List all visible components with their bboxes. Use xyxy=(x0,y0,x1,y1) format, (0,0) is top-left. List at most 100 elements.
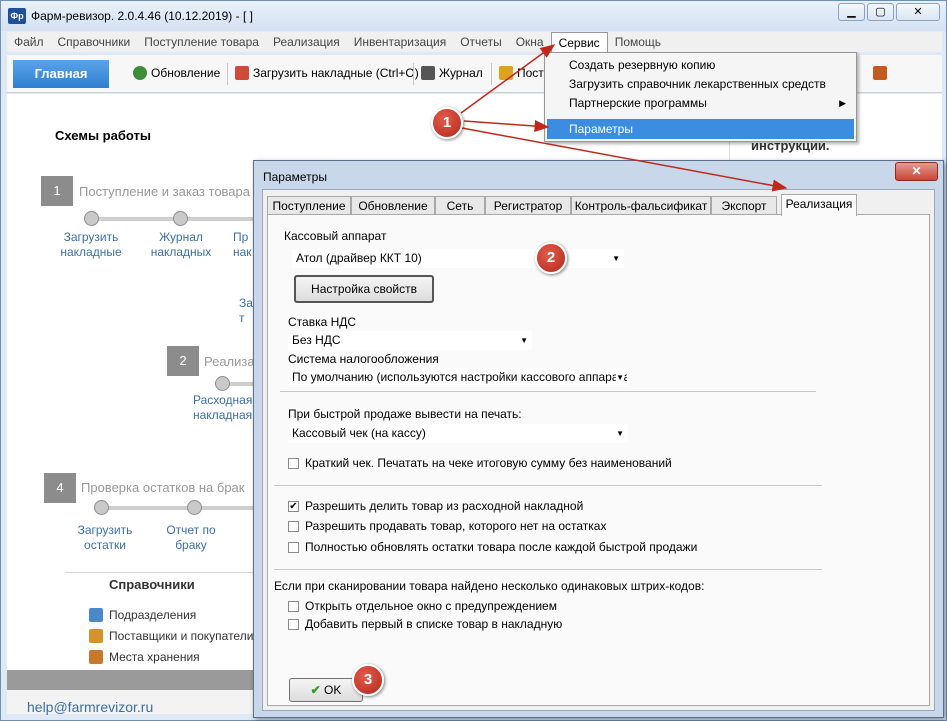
load-invoices-label: Загрузить накладные (Ctrl+O) xyxy=(253,66,419,80)
allow-sell-missing-label: Разрешить продавать товар, которого нет … xyxy=(305,519,607,533)
tab-update[interactable]: Обновление xyxy=(351,196,435,215)
load-invoice-icon xyxy=(235,66,249,80)
menu-help[interactable]: Помощь xyxy=(608,32,668,52)
update-button[interactable]: Обновление xyxy=(133,66,220,80)
print-value: Кассовый чек (на кассу) xyxy=(292,426,426,440)
tax-system-label: Система налогообложения xyxy=(288,352,439,366)
load-invoices-link[interactable]: Загрузить накладные xyxy=(51,230,131,260)
menu-bar: Файл Справочники Поступление товара Реал… xyxy=(7,31,942,53)
load-stock-link[interactable]: Загрузить остатки xyxy=(65,523,145,553)
receipt-icon xyxy=(499,66,513,80)
menu-item-load-drug-reference[interactable]: Загрузить справочник лекарственных средс… xyxy=(547,74,854,94)
step-badge-2: 2 xyxy=(535,242,567,274)
cash-register-value: Атол (драйвер ККТ 10) xyxy=(296,251,422,265)
step-2-label: Реализа xyxy=(204,354,255,369)
tools-icon xyxy=(873,66,887,80)
minimize-button[interactable]: ▁ xyxy=(838,3,865,21)
menu-goods-receipt[interactable]: Поступление товара xyxy=(137,32,266,52)
sales-tab-panel: Кассовый аппарат Атол (драйвер ККТ 10) ▼… xyxy=(267,214,930,706)
window-title: Фарм-ревизор. 2.0.4.46 (10.12.2019) - [ … xyxy=(31,9,253,23)
globe-icon xyxy=(133,66,147,80)
configure-properties-button[interactable]: Настройка свойств xyxy=(294,275,434,303)
menu-item-create-backup[interactable]: Создать резервную копию xyxy=(547,55,854,75)
update-label: Обновление xyxy=(151,66,221,80)
allow-sell-missing-checkbox[interactable]: Разрешить продавать товар, которого нет … xyxy=(288,519,606,533)
barcode-label: Если при сканировании товара найдено нес… xyxy=(274,579,705,593)
vat-select[interactable]: Без НДС ▼ xyxy=(288,331,532,350)
chevron-down-icon: ▼ xyxy=(616,369,624,386)
maximize-button[interactable]: ▢ xyxy=(867,3,894,21)
box-icon xyxy=(89,650,103,664)
menu-service[interactable]: Сервис xyxy=(550,31,608,53)
service-menu-dropdown: Создать резервную копию Загрузить справо… xyxy=(544,52,857,142)
step-4-badge: 4 xyxy=(44,473,76,503)
open-window-checkbox[interactable]: Открыть отдельное окно с предупреждением xyxy=(288,599,557,613)
step-dot xyxy=(173,211,188,226)
ref-storage-label: Места хранения xyxy=(109,650,200,664)
short-receipt-label: Краткий чек. Печатать на чеке итоговую с… xyxy=(305,456,672,470)
menu-item-parameters[interactable]: Параметры xyxy=(547,119,854,139)
journal-label: Журнал xyxy=(439,66,483,80)
tax-system-select[interactable]: По умолчанию (используются настройки кас… xyxy=(288,368,628,387)
journal-icon xyxy=(421,66,435,80)
load-invoices-button[interactable]: Загрузить накладные (Ctrl+O) xyxy=(235,66,419,80)
dialog-title: Параметры xyxy=(263,170,327,184)
departments-icon xyxy=(89,608,103,622)
tab-network[interactable]: Сеть xyxy=(435,196,485,215)
menu-sales[interactable]: Реализация xyxy=(266,32,347,52)
short-receipt-checkbox[interactable]: Краткий чек. Печатать на чеке итоговую с… xyxy=(288,456,672,470)
ref-suppliers[interactable]: Поставщики и покупатели xyxy=(89,629,253,643)
open-window-label: Открыть отдельное окно с предупреждением xyxy=(305,599,557,613)
step-4-label: Проверка остатков на брак xyxy=(81,480,245,495)
menu-inventory[interactable]: Инвентаризация xyxy=(347,32,453,52)
checkbox-box xyxy=(288,520,299,532)
help-email-link[interactable]: help@farmrevizor.ru xyxy=(27,699,153,715)
full-update-checkbox[interactable]: Полностью обновлять остатки товара после… xyxy=(288,540,697,554)
dialog-close-button[interactable]: ✕ xyxy=(895,162,938,181)
cash-register-select[interactable]: Атол (драйвер ККТ 10) ▼ xyxy=(292,249,624,268)
tab-strip: Поступление Обновление Сеть Регистратор … xyxy=(263,194,934,216)
title-bar: Фр Фарм-ревизор. 2.0.4.46 (10.12.2019) -… xyxy=(1,1,946,31)
tab-sales[interactable]: Реализация xyxy=(781,194,857,216)
ref-suppliers-label: Поставщики и покупатели xyxy=(109,629,254,643)
chevron-down-icon: ▼ xyxy=(616,429,624,438)
menu-references[interactable]: Справочники xyxy=(51,32,138,52)
truck-icon xyxy=(89,629,103,643)
checkbox-box xyxy=(288,457,299,469)
vat-value: Без НДС xyxy=(292,333,341,347)
tax-system-value: По умолчанию (используются настройки кас… xyxy=(292,370,628,384)
step-2-badge: 2 xyxy=(167,346,199,376)
ref-departments[interactable]: Подразделения xyxy=(89,608,196,622)
print-select[interactable]: Кассовый чек (на кассу) ▼ xyxy=(288,424,628,443)
tab-export[interactable]: Экспорт xyxy=(711,196,777,215)
step-1-badge: 1 xyxy=(41,176,73,206)
close-button[interactable]: ✕ xyxy=(896,3,940,21)
journal-button[interactable]: Журнал xyxy=(421,66,483,80)
add-first-checkbox[interactable]: Добавить первый в списке товар в накладн… xyxy=(288,617,562,631)
tab-registrar[interactable]: Регистратор xyxy=(485,196,571,215)
checkmark-icon: ✔ xyxy=(288,500,299,512)
menu-item-partner-programs[interactable]: Партнерские программы ▶ xyxy=(547,93,854,113)
step-badge-1: 1 xyxy=(431,107,463,139)
menu-reports[interactable]: Отчеты xyxy=(453,32,508,52)
defect-report-link[interactable]: Отчет по браку xyxy=(151,523,231,553)
menu-file[interactable]: Файл xyxy=(7,32,51,52)
step-dot xyxy=(187,500,202,515)
step-dot xyxy=(215,376,230,391)
step-badge-3: 3 xyxy=(352,664,384,696)
tools-button[interactable] xyxy=(873,66,887,80)
vat-label: Ставка НДС xyxy=(288,315,357,329)
tab-counterfeit-control[interactable]: Контроль-фальсификат xyxy=(571,196,711,215)
tab-receipt[interactable]: Поступление xyxy=(267,196,351,215)
ok-label: OK xyxy=(324,683,342,697)
menu-windows[interactable]: Окна xyxy=(509,32,551,52)
submenu-arrow-icon: ▶ xyxy=(839,98,846,108)
allow-split-checkbox[interactable]: ✔ Разрешить делить товар из расходной на… xyxy=(288,499,583,513)
invoice-journal-link[interactable]: Журнал накладных xyxy=(141,230,221,260)
outgoing-invoice-link[interactable]: Расходная накладная xyxy=(193,393,257,423)
home-button[interactable]: Главная xyxy=(13,60,109,88)
step-dot xyxy=(84,211,99,226)
ref-storage[interactable]: Места хранения xyxy=(89,650,200,664)
receipt-button[interactable]: Посту xyxy=(499,66,550,80)
cash-register-label: Кассовый аппарат xyxy=(284,229,387,243)
